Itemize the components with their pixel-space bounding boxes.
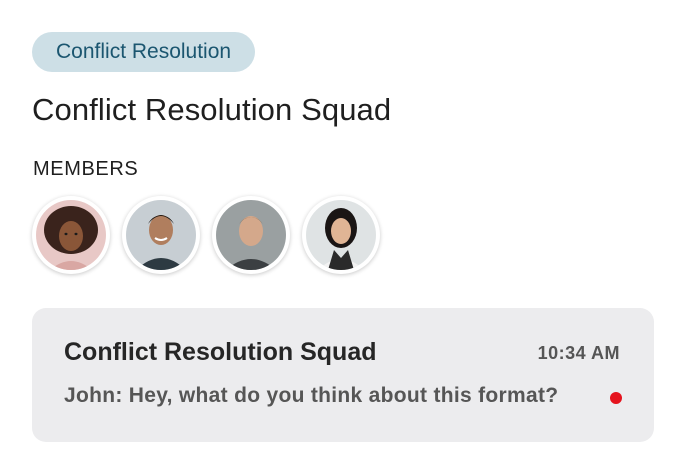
chat-preview-card[interactable]: Conflict Resolution Squad 10:34 AM John:…: [32, 308, 654, 442]
avatar-member-2-icon: [126, 200, 196, 270]
avatar-member-1-icon: [36, 200, 106, 270]
group-title: Conflict Resolution Squad: [32, 92, 392, 127]
unread-indicator-icon: [610, 392, 622, 404]
chat-name: Conflict Resolution Squad: [64, 338, 377, 366]
member-avatar-4[interactable]: [302, 196, 380, 274]
avatar-member-4-icon: [306, 200, 376, 270]
members-avatar-list: [32, 196, 380, 274]
last-message-preview: John: Hey, what do you think about this …: [64, 384, 559, 407]
category-tag[interactable]: Conflict Resolution: [32, 32, 256, 72]
members-label: MEMBERS: [33, 158, 139, 180]
member-avatar-1[interactable]: [32, 196, 110, 274]
member-avatar-2[interactable]: [122, 196, 200, 274]
chat-timestamp: 10:34 AM: [537, 343, 620, 363]
member-avatar-3[interactable]: [212, 196, 290, 274]
avatar-member-3-icon: [216, 200, 286, 270]
